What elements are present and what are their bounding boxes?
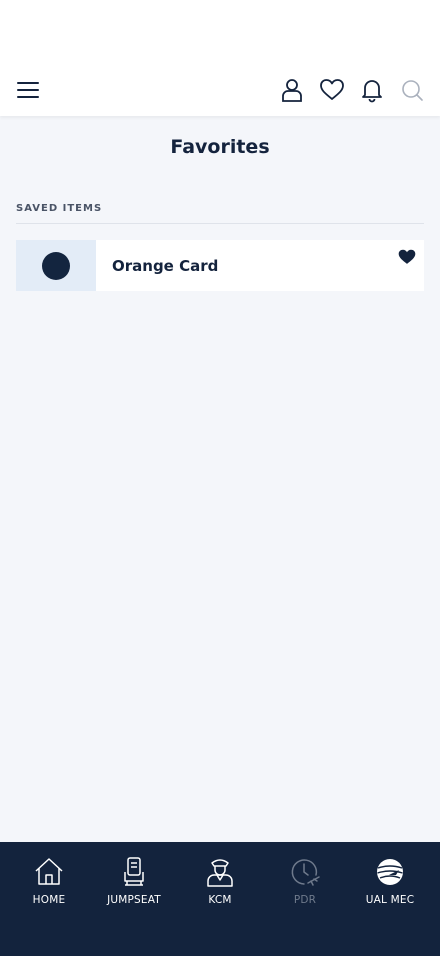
- tab-home[interactable]: HOME: [6, 856, 92, 906]
- tab-ual-mec[interactable]: UAL MEC: [347, 856, 433, 906]
- tab-pdr-label: PDR: [293, 894, 317, 906]
- account-icon[interactable]: [278, 76, 306, 104]
- seat-icon: [124, 857, 144, 886]
- tab-kcm[interactable]: KCM: [177, 856, 263, 906]
- heart-filled-icon[interactable]: [398, 248, 416, 266]
- section-heading-saved-items: SAVED ITEMS: [16, 203, 103, 214]
- tab-ual-mec-label: UAL MEC: [365, 894, 415, 906]
- search-icon[interactable]: [398, 76, 426, 104]
- bottom-tab-bar: HOME JUMPSEAT KCM PDR UAL MEC: [0, 842, 440, 956]
- bell-icon[interactable]: [358, 76, 386, 104]
- house-icon: [35, 858, 63, 885]
- heart-outline-icon[interactable]: [318, 76, 346, 104]
- menu-icon[interactable]: [14, 76, 42, 104]
- section-divider: [16, 223, 424, 224]
- tab-jumpseat-label: JUMPSEAT: [107, 894, 161, 906]
- clock-plane-icon: [291, 859, 320, 886]
- card-dot-icon: [42, 251, 70, 280]
- favorite-item[interactable]: Orange Card: [16, 240, 424, 291]
- favorite-thumbnail: [16, 240, 96, 291]
- pilot-icon: [207, 859, 233, 887]
- page-title: Favorites: [170, 136, 270, 158]
- top-navigation-bar: [0, 64, 440, 116]
- tab-pdr[interactable]: PDR: [262, 856, 348, 906]
- tab-kcm-label: KCM: [208, 894, 232, 906]
- tab-home-label: HOME: [32, 894, 66, 906]
- tab-jumpseat[interactable]: JUMPSEAT: [91, 856, 177, 906]
- globe-logo-icon: [377, 859, 403, 885]
- favorite-item-title: Orange Card: [112, 256, 219, 275]
- status-bar-area: [0, 0, 440, 64]
